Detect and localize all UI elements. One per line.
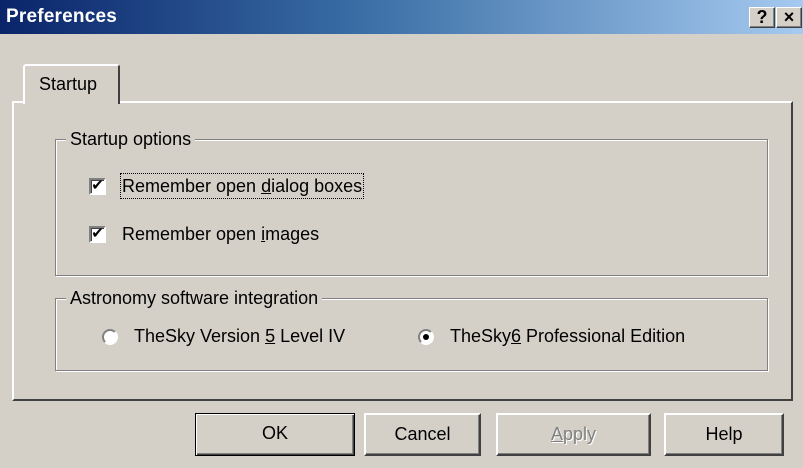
- tab-startup-label: Startup: [39, 74, 98, 94]
- help-button[interactable]: ?: [749, 7, 775, 28]
- radio-selected-dot-icon: [423, 334, 429, 340]
- radio-thesky5-label[interactable]: TheSky Version 5 Level IV: [134, 325, 345, 347]
- astronomy-integration-legend: Astronomy software integration: [66, 287, 323, 309]
- dialog-title: Preferences: [6, 6, 117, 27]
- radio-thesky5[interactable]: [102, 329, 118, 345]
- apply-button[interactable]: Apply: [496, 413, 651, 456]
- radio-thesky6-label[interactable]: TheSky6 Professional Edition: [450, 325, 685, 347]
- radio-thesky6[interactable]: [418, 329, 434, 345]
- remember-dialogs-checkbox[interactable]: ✔: [89, 178, 106, 195]
- remember-dialogs-label[interactable]: Remember open dialog boxes: [119, 173, 365, 199]
- title-bar[interactable]: Preferences ? ×: [0, 0, 803, 34]
- tab-startup[interactable]: Startup: [23, 64, 120, 104]
- remember-images-checkbox[interactable]: ✔: [89, 226, 106, 243]
- checkmark-icon: ✔: [91, 177, 104, 194]
- close-icon: ×: [783, 7, 795, 27]
- cancel-button[interactable]: Cancel: [364, 413, 481, 456]
- remember-images-label[interactable]: Remember open images: [122, 223, 319, 245]
- startup-options-group: Startup options: [55, 128, 768, 276]
- startup-options-legend: Startup options: [66, 128, 196, 150]
- ok-button[interactable]: OK: [195, 413, 355, 456]
- question-mark-icon: ?: [756, 7, 768, 27]
- checkmark-icon: ✔: [91, 225, 104, 242]
- preferences-dialog: Preferences ? × Startup Startup options …: [0, 0, 803, 468]
- help-dialog-button[interactable]: Help: [664, 413, 784, 456]
- close-button[interactable]: ×: [776, 7, 802, 28]
